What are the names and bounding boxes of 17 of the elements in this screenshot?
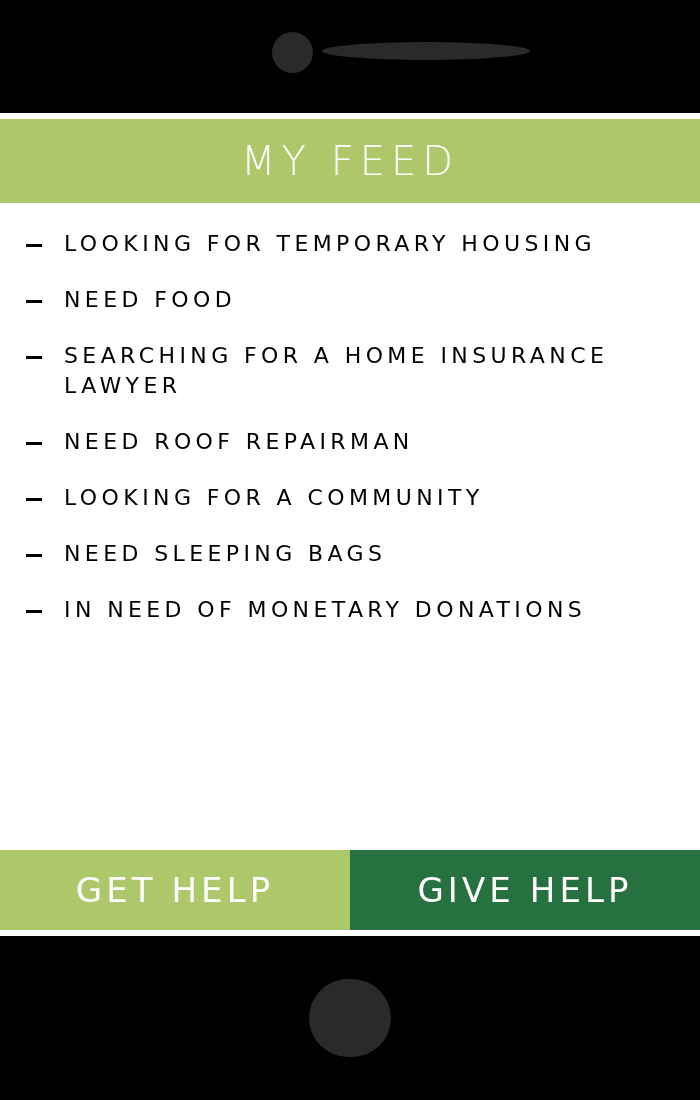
- bullet-icon: [26, 498, 42, 501]
- feed-item[interactable]: LOOKING FOR TEMPORARY HOUSING: [64, 229, 596, 259]
- feed-item[interactable]: IN NEED OF MONETARY DONATIONS: [64, 595, 587, 625]
- feed-item[interactable]: LOOKING FOR A COMMUNITY: [64, 483, 484, 513]
- bullet-icon: [26, 244, 42, 247]
- action-button[interactable]: GIVE HELP: [350, 850, 700, 930]
- feed-item[interactable]: NEED FOOD: [64, 285, 237, 315]
- feed-item[interactable]: SEARCHING FOR A HOME INSURANCE LAWYER: [64, 341, 640, 401]
- bullet-icon: [26, 610, 42, 613]
- header-title: MY FEED: [241, 137, 459, 186]
- bullet-icon: [26, 554, 42, 557]
- feed-item[interactable]: NEED ROOF REPAIRMAN: [64, 427, 414, 457]
- bullet-icon: [26, 442, 42, 445]
- bullet-icon: [26, 356, 42, 359]
- camera-icon: [272, 32, 313, 73]
- bullet-icon: [26, 300, 42, 303]
- feed-item[interactable]: NEED SLEEPING BAGS: [64, 539, 387, 569]
